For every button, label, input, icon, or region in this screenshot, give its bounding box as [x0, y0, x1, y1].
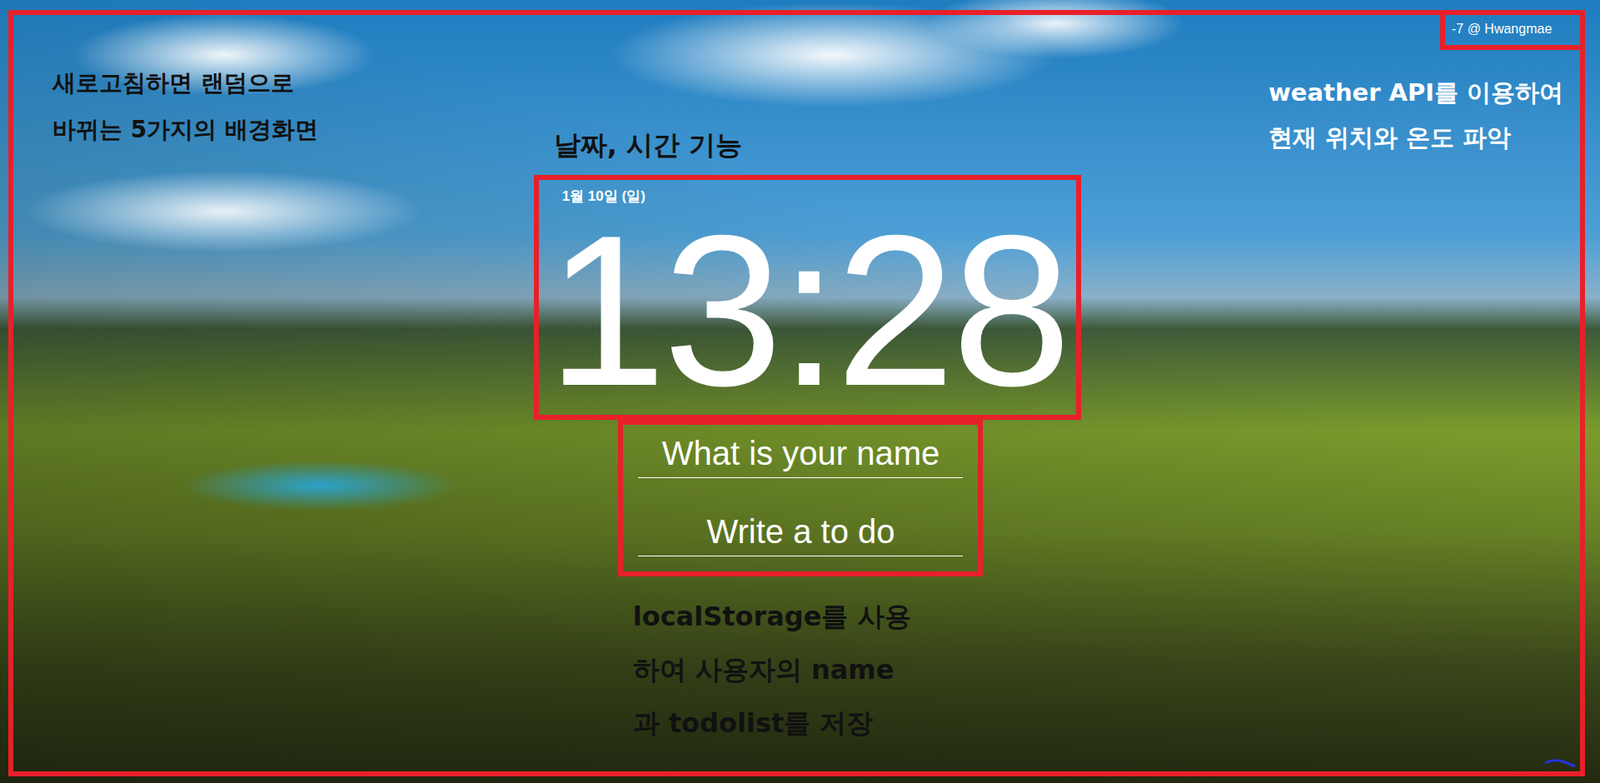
pen-mark-icon: [1543, 756, 1577, 770]
weather-text: -7 @ Hwangmae: [1451, 21, 1552, 36]
annotation-line: 현재 위치와 온도 파악: [1268, 114, 1564, 160]
clock-time: 13:28: [547, 206, 1069, 415]
annotation-line: 새로고침하면 랜덤으로: [52, 59, 319, 107]
background-photo: -7 @ Hwangmae 새로고침하면 랜덤으로바뀌는 5가지의 배경화면 wea…: [0, 0, 1600, 783]
background-note: 새로고침하면 랜덤으로바뀌는 5가지의 배경화면: [52, 59, 319, 154]
page-frame: -7 @ Hwangmae 새로고침하면 랜덤으로바뀌는 5가지의 배경화면 wea…: [8, 9, 1586, 777]
weather-box: -7 @ Hwangmae: [1440, 9, 1586, 50]
form-box: [618, 419, 983, 577]
center-column: 날짜, 시간 기능 1월 10일 (일)13:28 localStorage를 사용…: [533, 126, 1082, 772]
weather-note: weather API를 이용하여현재 위치와 온도 파악: [1268, 69, 1564, 160]
clock-box: 1월 10일 (일)13:28: [533, 174, 1082, 420]
clock-note: 날짜, 시간 기능: [553, 126, 743, 164]
annotation-line: 과 todolist를 저장: [633, 696, 912, 750]
annotation-line: weather API를 이용하여: [1268, 69, 1564, 115]
todo-input[interactable]: [638, 509, 963, 557]
annotation-line: 날짜, 시간 기능: [553, 126, 743, 164]
date-text: 1월 10일 (일): [562, 186, 1069, 207]
annotation-line: 바뀌는 5가지의 배경화면: [52, 106, 319, 154]
storage-note: localStorage를 사용하여 사용자의 name과 todolist를 …: [633, 589, 912, 750]
annotation-line: 하여 사용자의 name: [633, 642, 912, 697]
name-input[interactable]: [638, 431, 963, 479]
annotation-line: localStorage를 사용: [633, 589, 912, 643]
